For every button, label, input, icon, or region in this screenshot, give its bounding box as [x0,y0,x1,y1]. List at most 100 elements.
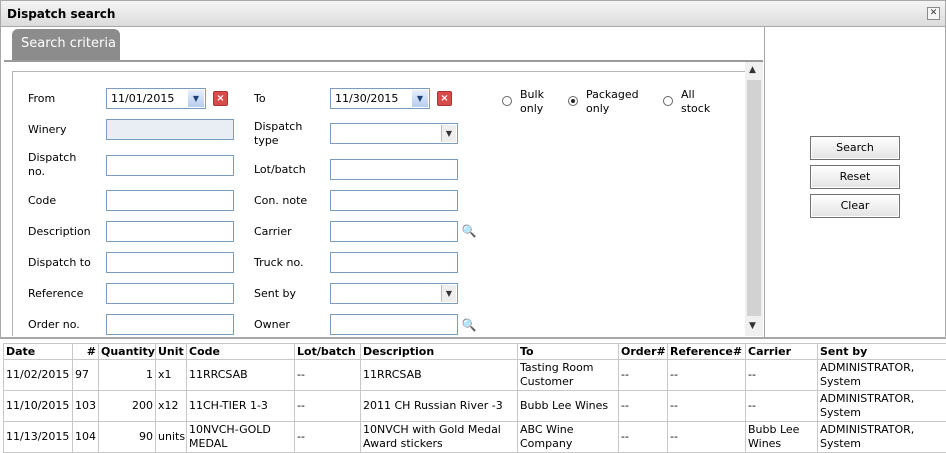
reference-label: Reference [28,287,83,301]
cell-description: 11RRCSAB [361,360,518,391]
search-button[interactable]: Search [810,136,900,160]
close-icon[interactable]: ✕ [927,7,940,20]
to-date-field[interactable]: 11/30/2015 ▼ [330,88,430,109]
cell-order: -- [619,391,668,422]
cell-quantity: 200 [99,391,156,422]
cell-lot-batch: -- [295,422,361,453]
cell-to: ABC Wine Company [518,422,619,453]
description-label: Description [28,225,91,239]
cell-carrier: Bubb Lee Wines [746,422,818,453]
scroll-up-icon[interactable]: ▲ [749,65,756,75]
scrollbar-thumb[interactable] [747,80,761,316]
cell-to: Bubb Lee Wines [518,391,619,422]
col-header-unit[interactable]: Unit [156,344,187,360]
cell-to: Tasting Room Customer [518,360,619,391]
table-row[interactable]: 11/02/2015 97 1 x1 11RRCSAB -- 11RRCSAB … [4,360,946,391]
dispatch-no-label: Dispatch no. [28,151,88,179]
col-header-quantity[interactable]: Quantity [99,344,156,360]
col-header-reference[interactable]: Reference# [668,344,746,360]
cell-unit: x12 [156,391,187,422]
cell-reference: -- [668,391,746,422]
sent-by-select[interactable]: ▼ [330,283,458,304]
cell-reference: -- [668,360,746,391]
carrier-label: Carrier [254,225,292,239]
reset-button[interactable]: Reset [810,165,900,189]
col-header-description[interactable]: Description [361,344,518,360]
col-header-to[interactable]: To [518,344,619,360]
order-no-label: Order no. [28,318,80,332]
clear-to-date-icon[interactable]: × [437,91,452,106]
carrier-search-icon[interactable]: 🔍 [460,222,478,240]
cell-quantity: 1 [99,360,156,391]
from-date-value: 11/01/2015 [111,92,174,105]
con-note-field[interactable] [330,190,458,211]
owner-field[interactable] [330,314,458,335]
dispatch-to-field[interactable] [106,252,234,273]
truck-no-field[interactable] [330,252,458,273]
owner-label: Owner [254,318,290,332]
clear-from-date-icon[interactable]: × [213,91,228,106]
cell-code: 10NVCH-GOLD MEDAL [187,422,295,453]
dispatch-to-label: Dispatch to [28,256,91,270]
truck-no-label: Truck no. [254,256,304,270]
table-row[interactable]: 11/13/2015 104 90 units 10NVCH-GOLD MEDA… [4,422,946,453]
radio-all-stock[interactable] [663,96,673,106]
scroll-down-icon[interactable]: ▼ [749,321,756,331]
cell-lot-batch: -- [295,391,361,422]
chevron-down-icon[interactable]: ▼ [441,285,456,302]
lot-batch-field[interactable] [330,159,458,180]
col-header-lot-batch[interactable]: Lot/batch [295,344,361,360]
reference-field[interactable] [106,283,234,304]
bulk-only-label: Bulk only [520,88,560,116]
owner-search-icon[interactable]: 🔍 [460,316,478,334]
code-field[interactable] [106,190,234,211]
cell-date: 11/13/2015 [4,422,73,453]
col-header-sent-by[interactable]: Sent by [818,344,946,360]
col-header-order[interactable]: Order# [619,344,668,360]
to-label: To [254,92,266,106]
order-no-field[interactable] [106,314,234,335]
col-header-number[interactable]: # [73,344,99,360]
cell-carrier: -- [746,391,818,422]
cell-lot-batch: -- [295,360,361,391]
window-title: Dispatch search [7,7,115,21]
cell-description: 2011 CH Russian River -3 [361,391,518,422]
cell-date: 11/02/2015 [4,360,73,391]
cell-code: 11RRCSAB [187,360,295,391]
radio-bulk-only[interactable] [502,96,512,106]
tab-search-criteria[interactable]: Search criteria [12,29,120,60]
cell-reference: -- [668,422,746,453]
col-header-carrier[interactable]: Carrier [746,344,818,360]
chevron-down-icon[interactable]: ▼ [441,125,456,142]
criteria-scrollbar[interactable]: ▲ ▼ [745,62,763,336]
cell-number: 103 [73,391,99,422]
table-row[interactable]: 11/10/2015 103 200 x12 11CH-TIER 1-3 -- … [4,391,946,422]
from-date-field[interactable]: 11/01/2015 ▼ [106,88,206,109]
code-label: Code [28,194,56,208]
cell-number: 104 [73,422,99,453]
dispatch-no-field[interactable] [106,155,234,176]
calendar-dropdown-icon[interactable]: ▼ [412,90,428,107]
winery-label: Winery [28,123,66,137]
packaged-only-label: Packaged only [586,88,646,116]
col-header-code[interactable]: Code [187,344,295,360]
clear-button[interactable]: Clear [810,194,900,218]
cell-quantity: 90 [99,422,156,453]
con-note-label: Con. note [254,194,307,208]
cell-sent-by: ADMINISTRATOR, System [818,391,946,422]
from-label: From [28,92,55,106]
cell-code: 11CH-TIER 1-3 [187,391,295,422]
results-table: Date # Quantity Unit Code Lot/batch Desc… [3,343,946,453]
table-header-row: Date # Quantity Unit Code Lot/batch Desc… [4,344,946,360]
dispatch-type-select[interactable]: ▼ [330,123,458,144]
col-header-date[interactable]: Date [4,344,73,360]
description-field[interactable] [106,221,234,242]
all-stock-label: All stock [681,88,717,116]
carrier-field[interactable] [330,221,458,242]
radio-packaged-only[interactable] [568,96,578,106]
cell-unit: x1 [156,360,187,391]
cell-date: 11/10/2015 [4,391,73,422]
calendar-dropdown-icon[interactable]: ▼ [188,90,204,107]
cell-unit: units [156,422,187,453]
winery-field [106,119,234,140]
